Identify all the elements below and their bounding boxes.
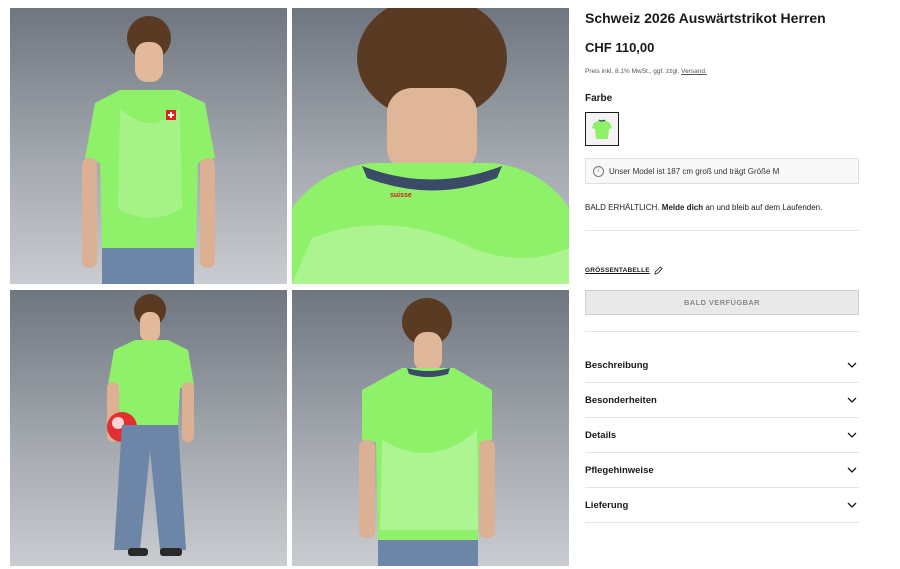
model-size-note: i Unser Model ist 187 cm groß und trägt … bbox=[585, 158, 859, 184]
accordion-label: Details bbox=[585, 429, 617, 441]
product-price: CHF 110,00 bbox=[585, 40, 655, 55]
ball-model-illustration bbox=[107, 294, 194, 556]
accordion-features[interactable]: Besonderheiten bbox=[585, 383, 859, 418]
availability-prefix: BALD ERHÄLTLICH. bbox=[585, 203, 660, 212]
chevron-down-icon bbox=[847, 397, 857, 403]
accordion-care[interactable]: Pflegehinweise bbox=[585, 453, 859, 488]
pencil-icon bbox=[654, 266, 663, 275]
notify-link[interactable]: Melde dich bbox=[662, 203, 703, 212]
front-model-illustration bbox=[82, 16, 215, 284]
product-image-with-ball[interactable] bbox=[10, 290, 287, 566]
back-detail-illustration: suisse bbox=[292, 8, 569, 284]
tax-note-text: Preis inkl. 8.1% MwSt., ggf. zzgl. bbox=[585, 68, 680, 75]
info-icon: i bbox=[593, 165, 604, 177]
chevron-down-icon bbox=[847, 502, 857, 508]
size-table-link[interactable]: GRÖSSENTABELLE bbox=[585, 266, 663, 275]
product-title: Schweiz 2026 Auswärtstrikot Herren bbox=[585, 10, 826, 26]
accordion-label: Lieferung bbox=[585, 499, 629, 511]
product-image-back[interactable] bbox=[292, 290, 569, 566]
back-model-illustration bbox=[359, 298, 495, 566]
availability-suffix: an und bleib auf dem Laufenden. bbox=[705, 203, 823, 212]
accordion-description[interactable]: Beschreibung bbox=[585, 348, 859, 383]
accordion-label: Besonderheiten bbox=[585, 394, 657, 406]
divider bbox=[585, 331, 859, 332]
accordion-details[interactable]: Details bbox=[585, 418, 859, 453]
product-image-back-detail[interactable]: suisse bbox=[292, 8, 569, 284]
availability-text: BALD ERHÄLTLICH. Melde dich an und bleib… bbox=[585, 203, 822, 212]
color-label: Farbe bbox=[585, 93, 613, 104]
accordion-delivery[interactable]: Lieferung bbox=[585, 488, 859, 523]
accordion-label: Pflegehinweise bbox=[585, 464, 654, 476]
product-gallery: suisse bbox=[0, 0, 575, 569]
accordion-label: Beschreibung bbox=[585, 359, 649, 371]
color-swatch[interactable] bbox=[585, 112, 619, 146]
shipping-link[interactable]: Versand. bbox=[681, 68, 707, 75]
chevron-down-icon bbox=[847, 362, 857, 368]
chevron-down-icon bbox=[847, 467, 857, 473]
model-note-text: Unser Model ist 187 cm groß und trägt Gr… bbox=[609, 166, 780, 176]
divider bbox=[585, 230, 859, 231]
crest-text: suisse bbox=[390, 192, 412, 199]
jersey-thumbnail bbox=[592, 119, 612, 139]
product-image-front[interactable] bbox=[10, 8, 287, 284]
chevron-down-icon bbox=[847, 432, 857, 438]
size-table-label: GRÖSSENTABELLE bbox=[585, 267, 650, 274]
tax-note: Preis inkl. 8.1% MwSt., ggf. zzgl. Versa… bbox=[585, 68, 707, 75]
unavailable-button[interactable]: BALD VERFÜGBAR bbox=[585, 290, 859, 315]
